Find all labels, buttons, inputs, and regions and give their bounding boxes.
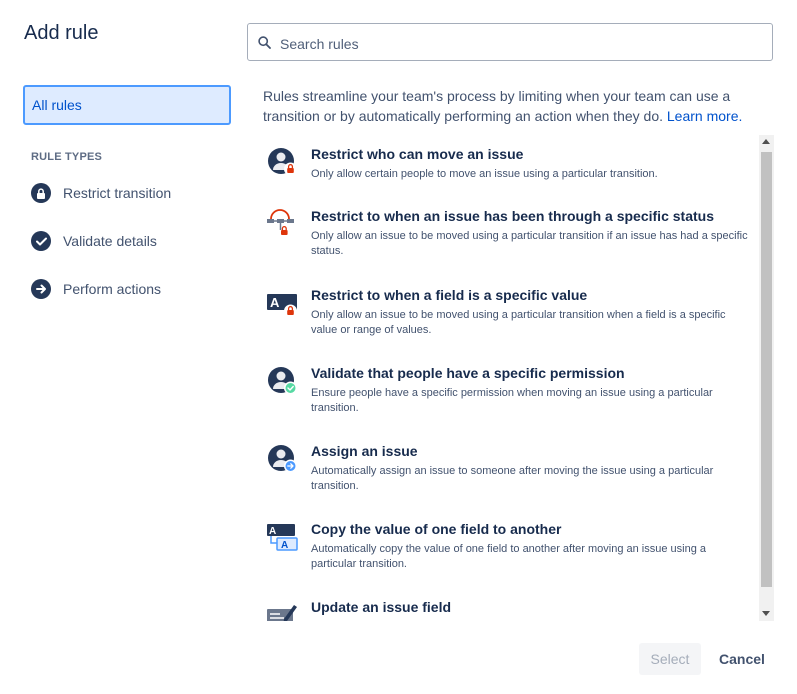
rule-item[interactable]: Validate that people have a specific per… [266,355,756,433]
svg-text:A: A [281,540,288,551]
scrollbar-thumb[interactable] [761,152,772,587]
user-lock-icon [268,148,297,176]
search-input[interactable] [278,33,762,55]
rule-description: Only allow an issue to be moved using a … [311,309,726,336]
user-check-icon [268,367,297,395]
sidebar-item-perform-actions[interactable]: Perform actions [31,277,161,301]
scroll-up-arrow-icon[interactable] [762,139,770,144]
rule-item[interactable]: Restrict who can move an issue Only allo… [266,136,756,196]
sidebar-item-label: Validate details [63,233,157,249]
rules-scrollbar[interactable] [759,135,774,621]
edit-field-icon [267,605,297,621]
field-lock-icon: A [267,294,297,318]
select-button[interactable]: Select [639,643,701,675]
rule-description: Automatically copy the value of one fiel… [311,543,707,570]
description-text: Rules streamline your team's process by … [263,88,731,124]
sidebar-item-label: Perform actions [63,281,162,297]
rule-title: Validate that people have a specific per… [311,365,625,381]
rule-item[interactable]: A A Copy the value of one field to anoth… [266,511,756,589]
workflow-lock-icon [267,209,294,235]
svg-text:A: A [270,295,280,310]
cancel-button[interactable]: Cancel [711,643,773,675]
learn-more-link[interactable]: Learn more. [667,108,742,124]
rule-description: Only allow an issue to be moved using a … [311,230,748,257]
sidebar-item-label: Restrict transition [63,185,172,201]
rule-item[interactable]: A Restrict to when a field is a specific… [266,277,756,355]
rule-title: Assign an issue [311,443,418,459]
sidebar-item-validate-details[interactable]: Validate details [31,229,157,253]
search-box[interactable] [247,23,773,61]
search-icon [258,36,271,49]
sidebar-item-all-rules[interactable]: All rules [23,85,231,125]
lock-icon [31,183,51,203]
rules-list[interactable]: Restrict who can move an issue Only allo… [262,136,757,621]
user-arrow-icon [268,445,297,473]
copy-field-icon: A A [267,524,298,551]
rule-item[interactable]: Restrict to when an issue has been throu… [266,198,756,276]
dialog-title: Add rule [24,22,99,44]
rule-item[interactable]: Update an issue field [266,589,756,621]
sidebar-item-restrict-transition[interactable]: Restrict transition [31,181,171,205]
rule-title: Copy the value of one field to another [311,521,562,537]
rule-title: Restrict to when an issue has been throu… [311,208,714,224]
rule-title: Restrict to when a field is a specific v… [311,287,588,303]
rule-title: Restrict who can move an issue [311,146,524,162]
arrow-right-icon [31,279,51,299]
rule-types-heading: RULE TYPES [31,151,103,163]
rule-description: Automatically assign an issue to someone… [311,465,714,492]
check-icon [31,231,51,251]
svg-text:A: A [269,526,276,537]
rule-item[interactable]: Assign an issue Automatically assign an … [266,433,756,511]
rule-description: Ensure people have a specific permission… [311,387,713,414]
rule-description: Only allow certain people to move an iss… [311,168,658,180]
rule-title: Update an issue field [311,599,452,615]
scroll-down-arrow-icon[interactable] [762,611,770,616]
rules-description: Rules streamline your team's process by … [263,86,758,126]
